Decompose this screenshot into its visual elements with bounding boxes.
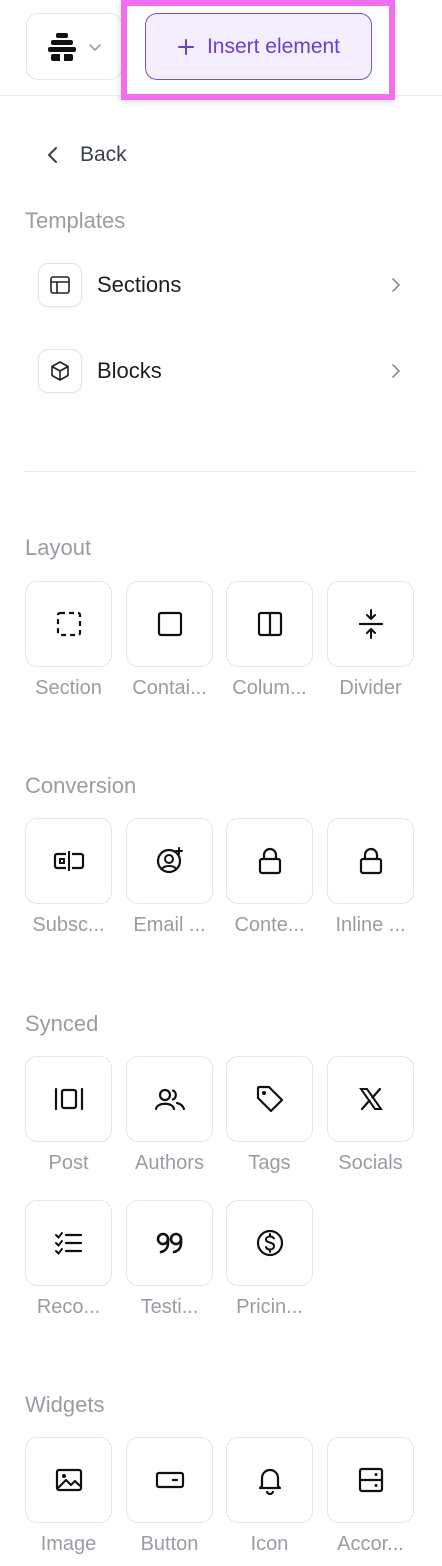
beehiiv-logo-icon bbox=[46, 32, 78, 62]
tag-icon bbox=[255, 1084, 285, 1114]
element-label: Colum... bbox=[232, 677, 307, 699]
element-button[interactable]: Button bbox=[126, 1437, 213, 1556]
lock-icon bbox=[256, 846, 284, 876]
element-content-lock[interactable]: Conte... bbox=[226, 818, 313, 937]
element-label: Reco... bbox=[36, 1296, 101, 1318]
chevron-left-icon bbox=[46, 146, 60, 164]
element-subscribe[interactable]: Subsc... bbox=[25, 818, 112, 937]
workspace-switcher[interactable] bbox=[26, 13, 122, 80]
accordion-icon bbox=[357, 1466, 385, 1494]
templates-title: Templates bbox=[25, 208, 126, 233]
element-label: Contai... bbox=[132, 677, 207, 699]
element-recommendations[interactable]: Reco... bbox=[25, 1200, 112, 1319]
element-columns[interactable]: Colum... bbox=[226, 581, 313, 700]
element-label: Conte... bbox=[234, 914, 305, 936]
element-label: Inline ... bbox=[335, 914, 406, 936]
element-label: Pricin... bbox=[236, 1296, 303, 1318]
element-label: Socials bbox=[338, 1152, 403, 1174]
user-plus-circle-icon bbox=[155, 846, 185, 876]
x-logo-icon bbox=[358, 1086, 384, 1112]
element-tags[interactable]: Tags bbox=[226, 1056, 313, 1175]
element-label: Subsc... bbox=[32, 914, 105, 936]
element-post[interactable]: Post bbox=[25, 1056, 112, 1175]
dollar-circle-icon bbox=[255, 1228, 285, 1258]
element-email[interactable]: Email ... bbox=[126, 818, 213, 937]
element-label: Tags bbox=[248, 1152, 291, 1174]
element-accordion[interactable]: Accor... bbox=[327, 1437, 414, 1556]
back-button[interactable]: Back bbox=[46, 138, 127, 172]
lock-icon bbox=[357, 846, 385, 876]
highlight-box bbox=[121, 0, 395, 100]
users-icon bbox=[154, 1086, 186, 1112]
element-divider[interactable]: Divider bbox=[327, 581, 414, 700]
cube-icon bbox=[38, 349, 82, 393]
square-icon bbox=[156, 610, 184, 638]
template-item-sections[interactable]: Sections bbox=[38, 263, 404, 307]
image-icon bbox=[54, 1467, 84, 1493]
element-label: Authors bbox=[135, 1152, 204, 1174]
element-label: Image bbox=[40, 1533, 97, 1555]
element-label: Divider bbox=[339, 677, 402, 699]
element-section[interactable]: Section bbox=[25, 581, 112, 700]
template-item-blocks[interactable]: Blocks bbox=[38, 349, 404, 393]
chevron-right-icon bbox=[388, 277, 404, 293]
dashed-square-icon bbox=[55, 610, 83, 638]
layout-icon bbox=[38, 263, 82, 307]
subscribe-input-icon bbox=[53, 849, 85, 873]
template-item-label: Sections bbox=[97, 272, 182, 297]
element-image[interactable]: Image bbox=[25, 1437, 112, 1556]
conversion-title: Conversion bbox=[25, 773, 137, 798]
divider bbox=[25, 471, 417, 472]
columns-icon bbox=[256, 610, 284, 638]
element-label: Email ... bbox=[133, 914, 206, 936]
element-label: Icon bbox=[250, 1533, 289, 1555]
bell-icon bbox=[256, 1465, 284, 1495]
checklist-icon bbox=[54, 1230, 84, 1256]
back-label: Back bbox=[80, 143, 127, 166]
element-authors[interactable]: Authors bbox=[126, 1056, 213, 1175]
synced-title: Synced bbox=[25, 1011, 99, 1036]
post-icon bbox=[53, 1086, 85, 1112]
element-label: Accor... bbox=[337, 1533, 404, 1555]
layout-title: Layout bbox=[25, 535, 92, 560]
element-label: Section bbox=[35, 677, 102, 699]
element-label: Button bbox=[140, 1533, 199, 1555]
widgets-title: Widgets bbox=[25, 1392, 105, 1417]
element-icon[interactable]: Icon bbox=[226, 1437, 313, 1556]
element-pricing[interactable]: Pricin... bbox=[226, 1200, 313, 1319]
quote-icon bbox=[155, 1230, 185, 1256]
template-item-label: Blocks bbox=[97, 358, 162, 383]
element-label: Post bbox=[48, 1152, 89, 1174]
chevron-down-icon bbox=[88, 40, 102, 54]
button-icon bbox=[154, 1469, 186, 1491]
element-container[interactable]: Contai... bbox=[126, 581, 213, 700]
chevron-right-icon bbox=[388, 363, 404, 379]
element-testimonials[interactable]: Testi... bbox=[126, 1200, 213, 1319]
element-label: Testi... bbox=[140, 1296, 199, 1318]
divider-icon bbox=[357, 608, 385, 640]
element-inline-lock[interactable]: Inline ... bbox=[327, 818, 414, 937]
element-socials[interactable]: Socials bbox=[327, 1056, 414, 1175]
